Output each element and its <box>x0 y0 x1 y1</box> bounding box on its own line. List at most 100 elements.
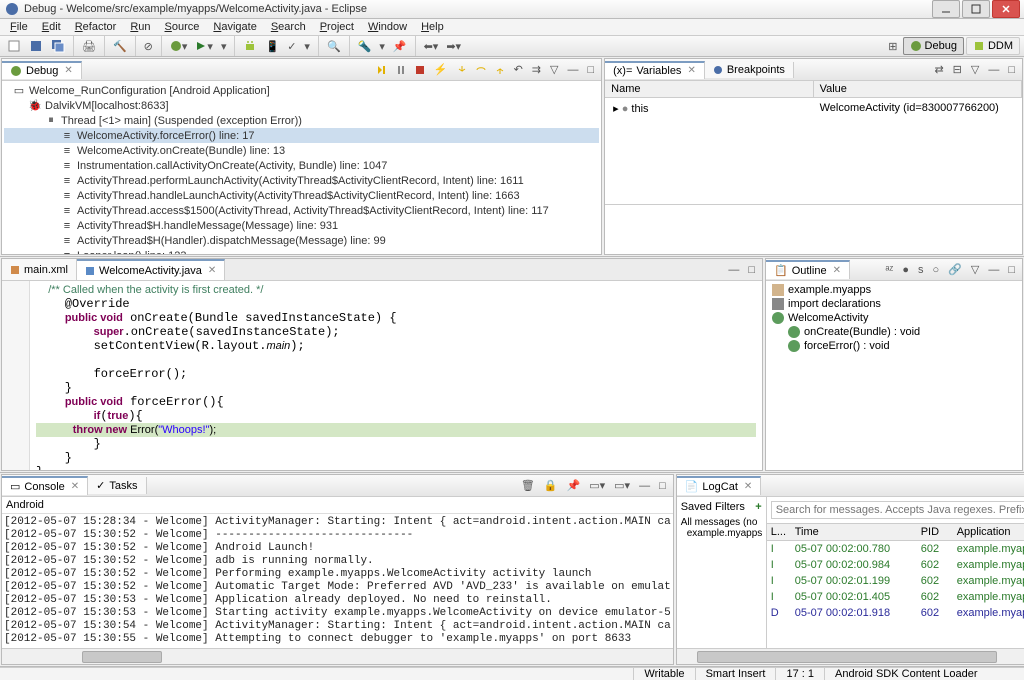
ext-tools-icon[interactable]: ▾ <box>218 38 230 55</box>
lint-icon[interactable]: ✓ <box>284 38 299 55</box>
scrollbar-thumb[interactable] <box>82 651 162 663</box>
close-icon[interactable]: ✕ <box>687 65 695 76</box>
disconnect-icon[interactable]: ⚡ <box>431 61 451 78</box>
maximize-button[interactable] <box>962 0 990 18</box>
tab-main-xml[interactable]: main.xml <box>2 259 77 280</box>
menu-run[interactable]: Run <box>124 19 156 35</box>
console-output[interactable]: [2012-05-07 15:28:34 - Welcome] Activity… <box>2 514 673 648</box>
scroll-lock-icon[interactable]: 🔒 <box>541 477 561 494</box>
debug-stack-line[interactable]: ▭Welcome_RunConfiguration [Android Appli… <box>4 83 599 98</box>
pin-icon[interactable]: 📌 <box>390 38 410 55</box>
filter-app[interactable]: example.myapps <box>681 528 762 539</box>
perspective-ddms[interactable]: DDM <box>966 37 1020 55</box>
save-all-icon[interactable] <box>48 37 68 55</box>
drop-frame-icon[interactable]: ↶ <box>511 61 526 78</box>
maximize-pane-icon[interactable]: □ <box>745 261 758 278</box>
new-icon[interactable] <box>4 37 24 55</box>
minimize-pane-icon[interactable]: — <box>564 61 581 78</box>
debug-run-icon[interactable]: ▾ <box>167 38 191 55</box>
run-icon[interactable]: ▾ <box>192 38 216 55</box>
menu-project[interactable]: Project <box>314 19 360 35</box>
collapse-icon[interactable]: ⊟ <box>950 61 965 78</box>
suspend-icon[interactable] <box>393 61 409 78</box>
show-type-icon[interactable]: ⇄ <box>931 61 946 78</box>
menu-window[interactable]: Window <box>362 19 413 35</box>
logcat-row[interactable]: I05-07 00:02:00.984602example.myappsSyst… <box>767 557 1024 573</box>
menu-refactor[interactable]: Refactor <box>69 19 123 35</box>
scrollbar-thumb[interactable] <box>697 651 997 663</box>
view-menu-icon[interactable]: ▽ <box>547 61 561 78</box>
menu-help[interactable]: Help <box>415 19 450 35</box>
debug-stack-line[interactable]: ≡ActivityThread.access$1500(ActivityThre… <box>4 203 599 218</box>
tab-tasks[interactable]: ✓ Tasks <box>88 477 146 494</box>
variable-row[interactable]: ▸ ● thisWelcomeActivity (id=830007766200… <box>607 100 1020 117</box>
open-perspective-icon[interactable]: ⊞ <box>885 38 900 55</box>
build-icon[interactable]: 🔨 <box>110 38 130 55</box>
sort-icon[interactable]: ᵃᶻ <box>882 261 896 278</box>
variables-body[interactable]: ▸ ● thisWelcomeActivity (id=830007766200… <box>605 98 1022 204</box>
col-app[interactable]: Application <box>953 524 1024 540</box>
search-icon[interactable]: 🔦 <box>355 38 375 55</box>
minimize-pane-icon[interactable]: — <box>725 261 742 278</box>
maximize-pane-icon[interactable]: □ <box>1005 61 1018 78</box>
use-step-filter-icon[interactable]: ⇉ <box>529 61 544 78</box>
tab-variables[interactable]: (x)= Variables ✕ <box>605 61 705 79</box>
hide-local-icon[interactable]: 🔗 <box>945 261 965 278</box>
minimize-pane-icon[interactable]: — <box>636 477 653 494</box>
editor-code[interactable]: /** Called when the activity is first cr… <box>30 281 762 470</box>
editor-body[interactable]: /** Called when the activity is first cr… <box>2 281 762 470</box>
pin-console-icon[interactable]: 📌 <box>564 477 584 494</box>
menu-file[interactable]: File <box>4 19 34 35</box>
maximize-pane-icon[interactable]: □ <box>584 61 597 78</box>
logcat-row[interactable]: I05-07 00:02:01.199602example.myappsSyst… <box>767 573 1024 589</box>
outline-item[interactable]: forceError() : void <box>768 339 1020 353</box>
close-icon[interactable]: ✕ <box>64 65 72 76</box>
col-level[interactable]: L... <box>767 524 791 540</box>
minimize-pane-icon[interactable]: — <box>985 61 1002 78</box>
tab-breakpoints[interactable]: Breakpoints <box>705 62 794 78</box>
col-name[interactable]: Name <box>605 81 813 97</box>
debug-stack-line[interactable]: ≡ActivityThread.performLaunchActivity(Ac… <box>4 173 599 188</box>
clear-console-icon[interactable]: 🗑 <box>518 477 538 494</box>
open-type-icon[interactable]: 🔍 <box>324 38 344 55</box>
menu-source[interactable]: Source <box>159 19 206 35</box>
outline-item[interactable]: onCreate(Bundle) : void <box>768 325 1020 339</box>
debug-stack-line[interactable]: ≡ActivityThread$H(Handler).dispatchMessa… <box>4 233 599 248</box>
logcat-search-input[interactable] <box>771 501 1024 519</box>
new-android-icon[interactable]: ▾ <box>301 38 313 55</box>
debug-stack-line[interactable]: ≡WelcomeActivity.onCreate(Bundle) line: … <box>4 143 599 158</box>
view-menu-icon[interactable]: ▽ <box>968 61 982 78</box>
resume-icon[interactable] <box>374 61 390 78</box>
open-console-icon[interactable]: ▭▾ <box>611 477 633 494</box>
add-filter-icon[interactable]: + <box>755 501 761 513</box>
terminate-icon[interactable] <box>412 61 428 78</box>
col-pid[interactable]: PID <box>917 524 953 540</box>
hide-nonpublic-icon[interactable]: ○ <box>930 261 943 278</box>
minimize-pane-icon[interactable]: — <box>985 261 1002 278</box>
hide-fields-icon[interactable]: ● <box>899 261 912 278</box>
maximize-pane-icon[interactable]: □ <box>1005 261 1018 278</box>
tab-outline[interactable]: 📋 Outline ✕ <box>766 260 850 279</box>
menu-edit[interactable]: Edit <box>36 19 67 35</box>
debug-stack-line[interactable]: ≡ActivityThread$H.handleMessage(Message)… <box>4 218 599 233</box>
tab-debug[interactable]: Debug ✕ <box>2 61 82 79</box>
close-icon[interactable]: ✕ <box>71 481 79 492</box>
step-return-icon[interactable] <box>492 61 508 78</box>
close-icon[interactable]: ✕ <box>833 265 841 276</box>
forward-icon[interactable]: ➡▾ <box>443 38 464 55</box>
filter-all-messages[interactable]: All messages (no <box>681 517 762 528</box>
debug-stack-line[interactable]: ≡WelcomeActivity.forceError() line: 17 <box>4 128 599 143</box>
annotation-icon[interactable]: ▾ <box>376 38 388 55</box>
android-sdk-icon[interactable] <box>240 37 260 55</box>
debug-stack-line[interactable]: 🐞DalvikVM[localhost:8633] <box>4 98 599 113</box>
outline-item[interactable]: import declarations <box>768 297 1020 311</box>
tab-logcat[interactable]: 📄 LogCat ✕ <box>677 476 762 495</box>
console-scrollbar[interactable] <box>2 648 673 664</box>
step-over-icon[interactable] <box>473 61 489 78</box>
debug-stack-line[interactable]: ≡ActivityThread.handleLaunchActivity(Act… <box>4 188 599 203</box>
close-icon[interactable]: ✕ <box>744 481 752 492</box>
menu-navigate[interactable]: Navigate <box>207 19 262 35</box>
close-button[interactable] <box>992 0 1020 18</box>
outline-item[interactable]: example.myapps <box>768 283 1020 297</box>
logcat-row[interactable]: I05-07 00:02:01.405602example.myappsSyst… <box>767 589 1024 605</box>
